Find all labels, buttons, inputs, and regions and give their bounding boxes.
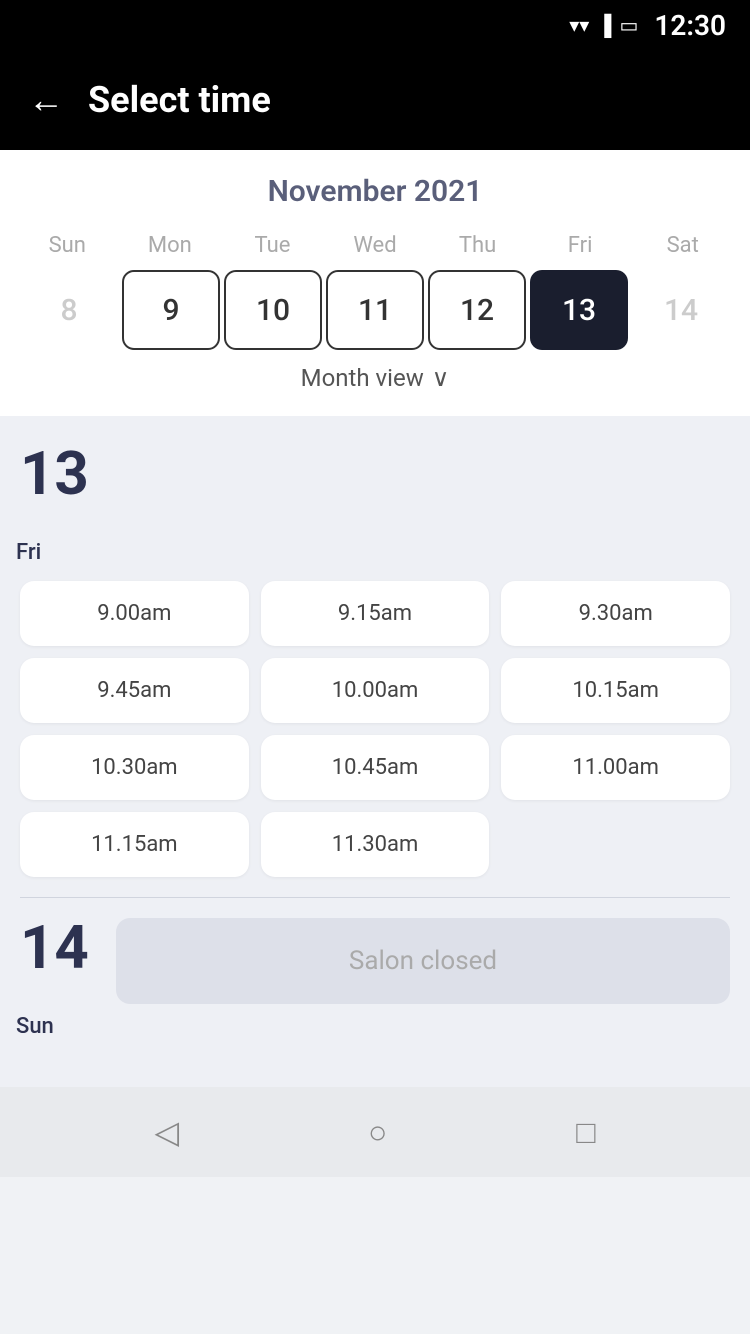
timeslot-1000am[interactable]: 10.00am bbox=[261, 658, 490, 723]
battery-icon: ▭ bbox=[619, 13, 638, 37]
day-13-name: Fri bbox=[16, 540, 100, 565]
dates-row: 8 9 10 11 12 13 14 bbox=[16, 270, 734, 350]
date-9[interactable]: 9 bbox=[122, 270, 220, 350]
nav-back-button[interactable]: ◁ bbox=[154, 1113, 179, 1151]
day-divider bbox=[20, 897, 730, 898]
status-bar: ▾▾ ▐ ▭ 12:30 bbox=[0, 0, 750, 50]
timeslot-1045am[interactable]: 10.45am bbox=[261, 735, 490, 800]
nav-home-button[interactable]: ○ bbox=[368, 1113, 387, 1151]
wifi-icon: ▾▾ bbox=[569, 13, 589, 37]
date-14[interactable]: 14 bbox=[632, 270, 730, 350]
date-8[interactable]: 8 bbox=[20, 270, 118, 350]
nav-home-icon: ○ bbox=[368, 1113, 387, 1151]
salon-closed-box: Salon closed bbox=[116, 918, 730, 1004]
header: ← Select time bbox=[0, 50, 750, 150]
day-13-section: 13 Fri 9.00am 9.15am 9.30am 9.45am 10.00… bbox=[20, 444, 730, 877]
timeslot-1030am[interactable]: 10.30am bbox=[20, 735, 249, 800]
nav-recents-icon: □ bbox=[576, 1113, 595, 1151]
nav-back-icon: ◁ bbox=[154, 1113, 179, 1151]
status-time: 12:30 bbox=[654, 9, 726, 42]
month-view-button[interactable]: Month view ∨ bbox=[16, 350, 734, 400]
day-14-label-col: 14 Sun bbox=[20, 918, 100, 1039]
day-13-number: 13 bbox=[20, 444, 100, 504]
month-title: November 2021 bbox=[16, 174, 734, 209]
weekday-thu: Thu bbox=[426, 229, 529, 262]
day-14-name: Sun bbox=[16, 1014, 100, 1039]
month-view-label: Month view bbox=[301, 364, 424, 392]
day-14-section: 14 Sun Salon closed bbox=[20, 918, 730, 1039]
timeslot-900am[interactable]: 9.00am bbox=[20, 581, 249, 646]
timeslot-915am[interactable]: 9.15am bbox=[261, 581, 490, 646]
weekday-fri: Fri bbox=[529, 229, 632, 262]
timeslot-1130am[interactable]: 11.30am bbox=[261, 812, 490, 877]
page-title: Select time bbox=[88, 79, 271, 121]
timeslot-945am[interactable]: 9.45am bbox=[20, 658, 249, 723]
date-12[interactable]: 12 bbox=[428, 270, 526, 350]
timeslots-section: 13 Fri 9.00am 9.15am 9.30am 9.45am 10.00… bbox=[0, 416, 750, 1087]
timeslot-1100am[interactable]: 11.00am bbox=[501, 735, 730, 800]
day-14-row: 14 Sun Salon closed bbox=[20, 918, 730, 1039]
bottom-navigation: ◁ ○ □ bbox=[0, 1087, 750, 1177]
weekday-wed: Wed bbox=[324, 229, 427, 262]
weekday-mon: Mon bbox=[119, 229, 222, 262]
calendar: November 2021 Sun Mon Tue Wed Thu Fri Sa… bbox=[0, 150, 750, 416]
date-13[interactable]: 13 bbox=[530, 270, 628, 350]
timeslot-1015am[interactable]: 10.15am bbox=[501, 658, 730, 723]
signal-icon: ▐ bbox=[597, 13, 611, 38]
date-10[interactable]: 10 bbox=[224, 270, 322, 350]
date-11[interactable]: 11 bbox=[326, 270, 424, 350]
timeslot-930am[interactable]: 9.30am bbox=[501, 581, 730, 646]
status-icons: ▾▾ ▐ ▭ 12:30 bbox=[569, 9, 726, 42]
timeslot-1115am[interactable]: 11.15am bbox=[20, 812, 249, 877]
day-14-number: 14 bbox=[20, 918, 100, 978]
weekday-sun: Sun bbox=[16, 229, 119, 262]
weekday-sat: Sat bbox=[631, 229, 734, 262]
chevron-down-icon: ∨ bbox=[432, 364, 450, 392]
back-button[interactable]: ← bbox=[28, 79, 64, 121]
nav-recents-button[interactable]: □ bbox=[576, 1113, 595, 1151]
weekday-tue: Tue bbox=[221, 229, 324, 262]
day-13-header: 13 Fri bbox=[20, 444, 730, 565]
weekday-row: Sun Mon Tue Wed Thu Fri Sat bbox=[16, 229, 734, 262]
time-grid-13: 9.00am 9.15am 9.30am 9.45am 10.00am 10.1… bbox=[20, 581, 730, 877]
